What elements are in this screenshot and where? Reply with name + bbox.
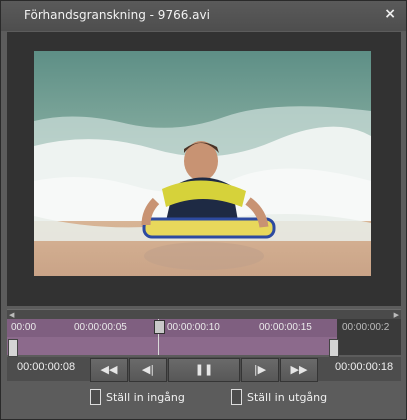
current-timecode[interactable]: 00:00:00:08	[17, 361, 75, 373]
pause-icon[interactable]: ❚❚	[168, 358, 240, 382]
video-frame	[34, 51, 371, 276]
timeline-label-2: 00:00:00:10	[167, 322, 220, 333]
video-still-image	[34, 51, 371, 276]
marker-buttons: Ställ in ingång Ställ in utgång	[7, 383, 401, 417]
close-icon[interactable]: ×	[384, 6, 396, 22]
out-point-handle-icon[interactable]	[329, 339, 339, 357]
set-out-label: Ställ in utgång	[247, 391, 328, 404]
fast-forward-icon[interactable]: ▶▶	[280, 358, 318, 382]
end-timecode[interactable]: 00:00:00:18	[335, 361, 393, 373]
timeline-label-0: 00:00	[11, 322, 37, 333]
playhead[interactable]	[154, 319, 165, 355]
transport-controls: 00:00:00:08 ◀◀ ◀| ❚❚ |▶ ▶▶ 00:00:00:18	[7, 357, 401, 382]
timeline-label-3: 00:00:00:15	[259, 322, 312, 333]
step-forward-icon[interactable]: |▶	[241, 358, 279, 382]
timeline-label-4: 00:00:00:2	[342, 322, 390, 333]
timeline-label-1: 00:00:00:05	[74, 322, 127, 333]
marker-in-icon	[90, 389, 101, 405]
window-title: Förhandsgranskning - 9766.avi	[24, 8, 210, 22]
title-bar[interactable]: Förhandsgranskning - 9766.avi ×	[1, 1, 406, 31]
preview-window: Förhandsgranskning - 9766.avi × ◀ ▶ 00:0…	[0, 0, 407, 420]
step-back-icon[interactable]: ◀|	[129, 358, 167, 382]
set-in-label: Ställ in ingång	[106, 391, 185, 404]
rewind-icon[interactable]: ◀◀	[90, 358, 128, 382]
playhead-handle-icon[interactable]	[154, 320, 165, 334]
video-viewport	[7, 32, 401, 306]
marker-out-icon	[231, 389, 242, 405]
timeline[interactable]: 00:00 00:00:00:05 00:00:00:10 00:00:00:1…	[7, 319, 401, 357]
in-point-handle-icon[interactable]	[8, 339, 18, 357]
